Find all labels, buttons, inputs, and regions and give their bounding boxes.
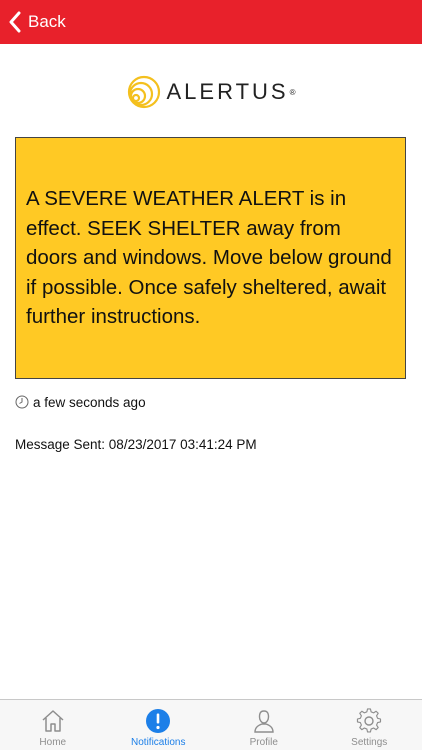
tab-label: Settings [351,737,388,748]
person-icon [254,710,274,733]
alertus-logo: ALERTUS ® [0,72,422,112]
home-icon [42,710,64,732]
back-button[interactable]: Back [0,0,66,44]
tab-label: Home [39,737,67,748]
relative-time-row: a few seconds ago [15,392,146,412]
tab-settings[interactable]: Settings [317,700,422,750]
notification-detail-screen: Back ALERTUS ® A SEVERE WEATHER ALERT is… [0,0,422,750]
tab-profile[interactable]: Profile [211,700,317,750]
alert-circle-icon [146,709,171,733]
alert-message-text: A SEVERE WEATHER ALERT is in effect. SEE… [26,187,392,329]
tab-bar: Home Notifications Profile Settings [0,699,422,750]
navigation-bar: Back [0,0,422,44]
alert-message-box: A SEVERE WEATHER ALERT is in effect. SEE… [15,137,406,379]
message-sent-timestamp: Message Sent: 08/23/2017 03:41:24 PM [15,437,257,452]
registered-mark: ® [289,87,296,97]
tab-label: Profile [249,737,278,748]
tab-label: Notifications [131,737,186,748]
tab-home[interactable]: Home [0,700,106,750]
alertus-swirl-icon [127,75,160,109]
back-label: Back [28,12,66,31]
tab-notifications[interactable]: Notifications [106,700,212,750]
chevron-left-icon [9,11,21,33]
clock-icon [15,395,29,409]
gear-icon [357,708,382,733]
brand-name: ALERTUS [166,79,289,104]
relative-time: a few seconds ago [33,394,146,410]
